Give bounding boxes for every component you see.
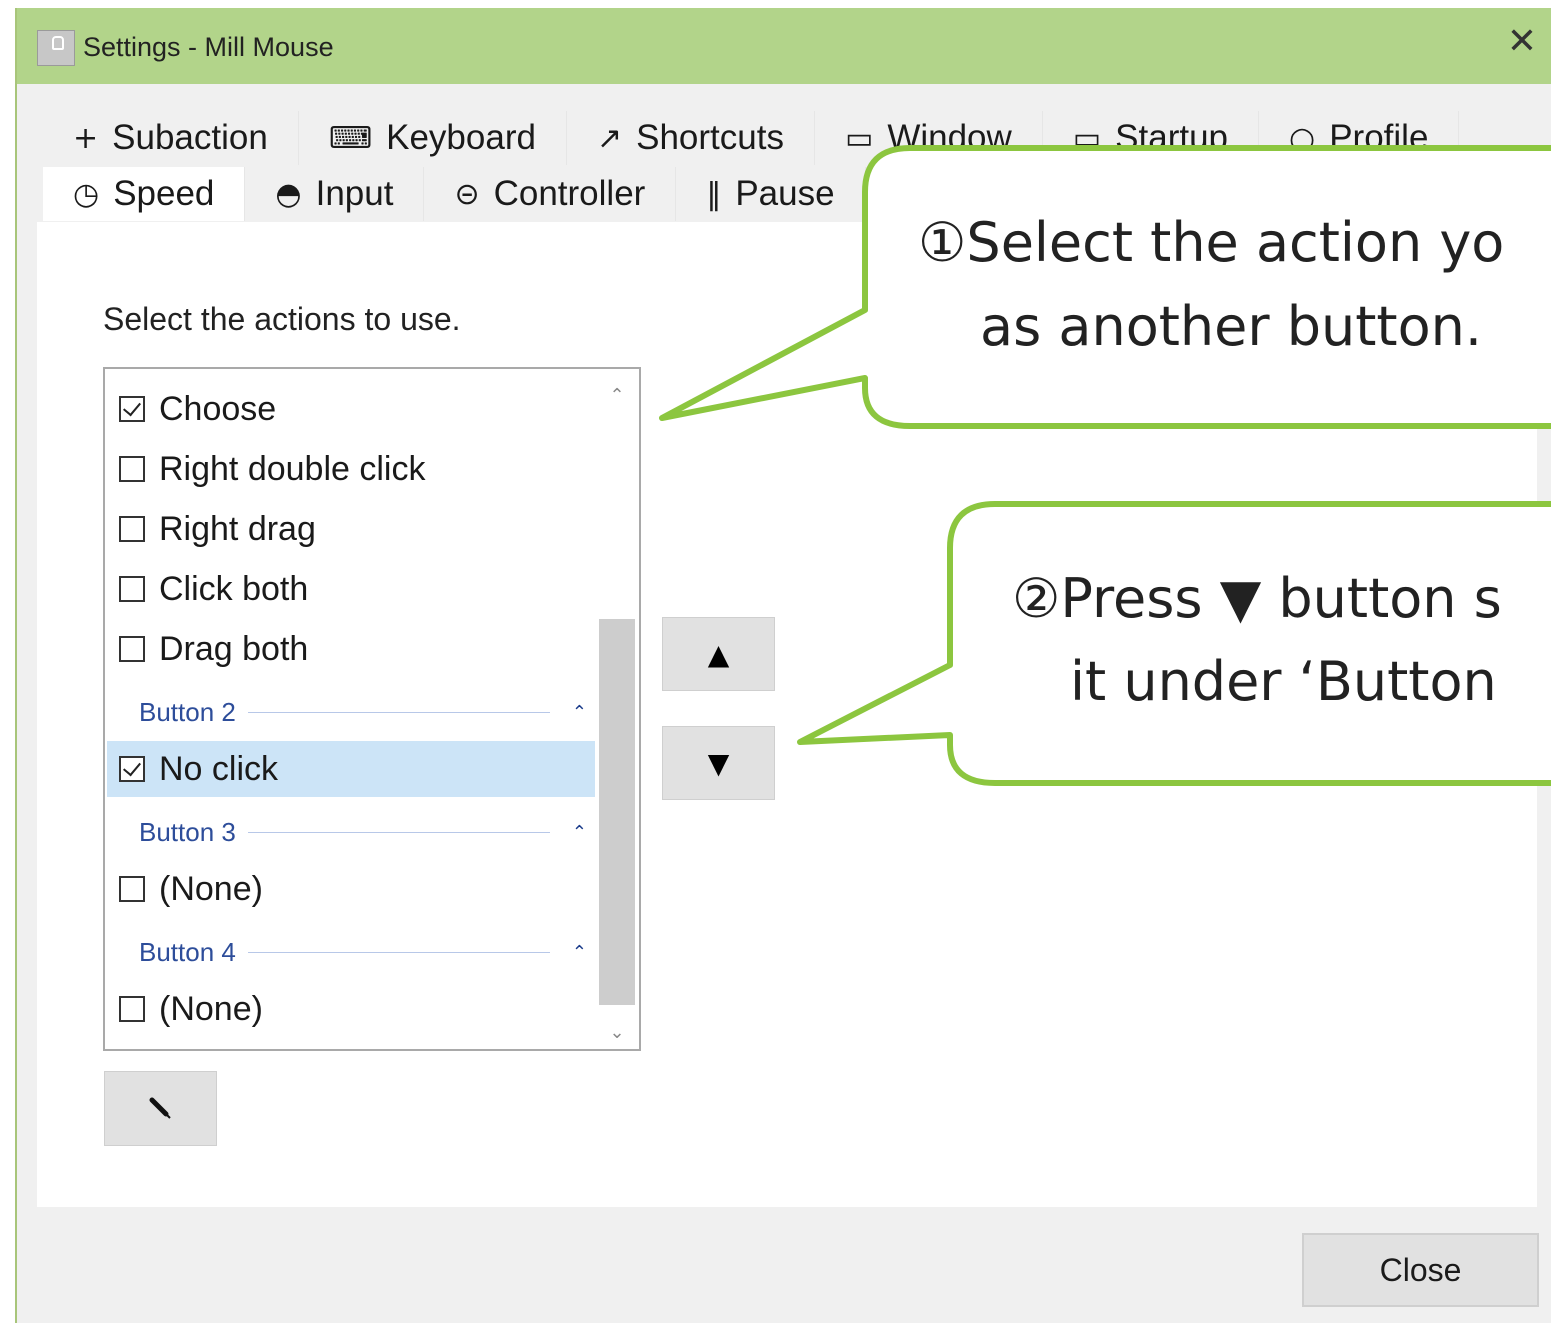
callout-bubble-2	[797, 501, 1551, 786]
callout-2-line-2: it under ‘Button	[1070, 650, 1497, 713]
callout-1-line-1: ①Select the action yo	[918, 211, 1505, 274]
callout-1-line-2: as another button.	[980, 295, 1483, 358]
callout-2-line-1: ②Press ▼ button s	[1012, 567, 1502, 630]
callout-bubble-1	[659, 145, 1551, 429]
